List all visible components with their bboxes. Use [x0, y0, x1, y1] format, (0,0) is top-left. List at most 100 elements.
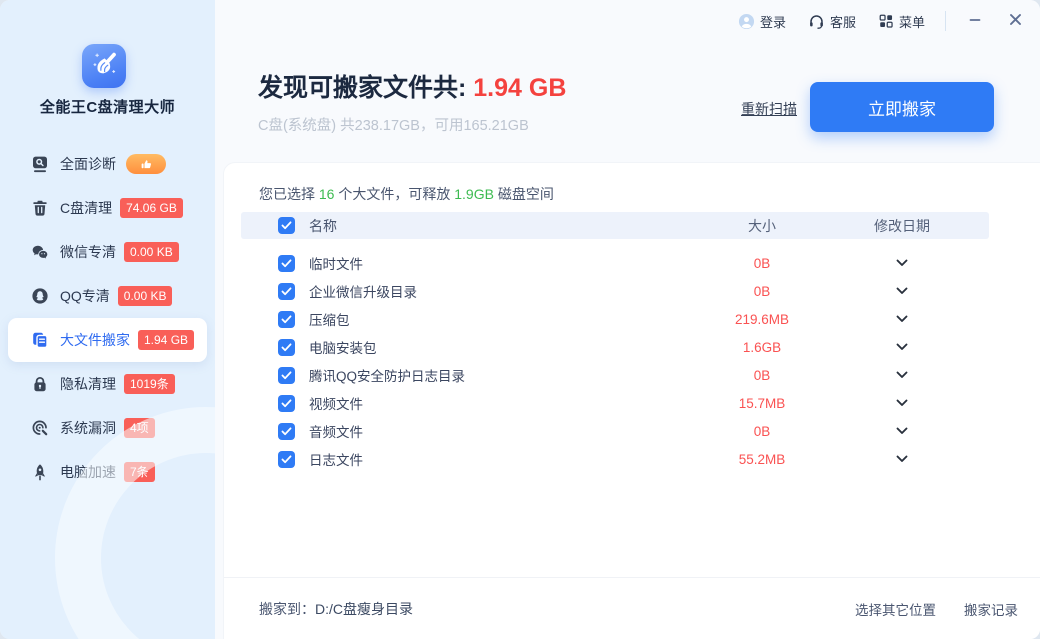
lock-icon — [30, 375, 49, 394]
table-row[interactable]: 企业微信升级目录 0B — [241, 277, 989, 305]
checkmark-icon — [281, 455, 292, 464]
row-date — [827, 423, 977, 439]
chevron-down-icon[interactable] — [892, 423, 912, 439]
row-checkbox[interactable] — [278, 367, 295, 384]
sidebar-item-wechat-clean[interactable]: 微信专清 0.00 KB — [8, 230, 207, 274]
scan-icon — [30, 155, 49, 174]
row-checkbox[interactable] — [278, 311, 295, 328]
table-row[interactable]: 视频文件 15.7MB — [241, 389, 989, 417]
sidebar-item-label: C盘清理 — [60, 198, 112, 218]
sidebar-menu: 全面诊断 C盘清理 74.06 GB 微信专清 0.00 KB — [0, 142, 215, 494]
row-checkbox[interactable] — [278, 423, 295, 440]
row-date — [827, 283, 977, 299]
table-row[interactable]: 临时文件 0B — [241, 249, 989, 277]
row-name: 电脑安装包 — [309, 337, 697, 357]
page-title: 发现可搬家文件共: 1.94 GB — [258, 68, 566, 104]
row-checkbox[interactable] — [278, 283, 295, 300]
row-name: 腾讯QQ安全防护日志目录 — [309, 365, 697, 385]
row-name: 压缩包 — [309, 309, 697, 329]
row-name: 音频文件 — [309, 421, 697, 441]
table-row[interactable]: 电脑安装包 1.6GB — [241, 333, 989, 361]
chevron-down-icon[interactable] — [892, 311, 912, 327]
chevron-down-icon[interactable] — [892, 451, 912, 467]
row-date — [827, 451, 977, 467]
row-size: 219.6MB — [697, 312, 827, 327]
row-name: 视频文件 — [309, 393, 697, 413]
chevron-down-icon[interactable] — [892, 255, 912, 271]
row-checkbox[interactable] — [278, 451, 295, 468]
grid-menu-icon — [878, 13, 894, 29]
support-button[interactable]: 客服 — [808, 12, 856, 31]
checkmark-icon — [281, 221, 292, 230]
row-checkbox[interactable] — [278, 395, 295, 412]
sidebar-item-label: 系统漏洞 — [60, 418, 116, 438]
topbar-divider — [945, 11, 946, 31]
sidebar-item-privacy-clean[interactable]: 隐私清理 1019条 — [8, 362, 207, 406]
column-header-name: 名称 — [309, 216, 697, 236]
table-row[interactable]: 压缩包 219.6MB — [241, 305, 989, 333]
sidebar-item-badge: 0.00 KB — [118, 286, 173, 306]
table-row[interactable]: 音频文件 0B — [241, 417, 989, 445]
row-date — [827, 255, 977, 271]
page-title-value: 1.94 GB — [473, 74, 566, 102]
footer-actions: 选择其它位置 搬家记录 — [855, 599, 1018, 619]
main-panel: 登录 客服 菜单 发现可搬家文件共: 1.94 GB C盘(系统盘) 共238.… — [215, 0, 1040, 639]
row-date — [827, 367, 977, 383]
checkmark-icon — [281, 343, 292, 352]
table-row[interactable]: 日志文件 55.2MB — [241, 445, 989, 473]
select-all-checkbox[interactable] — [278, 217, 295, 234]
rescan-link[interactable]: 重新扫描 — [741, 99, 797, 119]
table-header: 名称 大小 修改日期 — [241, 212, 989, 239]
sidebar-item-diagnosis[interactable]: 全面诊断 — [8, 142, 207, 186]
move-history-link[interactable]: 搬家记录 — [964, 599, 1018, 619]
row-size: 15.7MB — [697, 396, 827, 411]
chevron-down-icon[interactable] — [892, 339, 912, 355]
sidebar-item-big-file-move[interactable]: 大文件搬家 1.94 GB — [8, 318, 207, 362]
vulnerability-icon — [30, 419, 49, 438]
sidebar-item-label: 电脑加速 — [60, 462, 116, 482]
row-date — [827, 339, 977, 355]
sidebar-item-qq-clean[interactable]: QQ专清 0.00 KB — [8, 274, 207, 318]
chevron-down-icon[interactable] — [892, 283, 912, 299]
row-size: 1.6GB — [697, 340, 827, 355]
row-name: 临时文件 — [309, 253, 697, 273]
selection-text: 您已选择 — [259, 186, 319, 202]
row-checkbox[interactable] — [278, 255, 295, 272]
login-button[interactable]: 登录 — [738, 12, 786, 31]
row-date — [827, 311, 977, 327]
row-size: 55.2MB — [697, 452, 827, 467]
file-table-body: 临时文件 0B 企业微信升级目录 0B 压缩包 219.6MB — [241, 249, 989, 473]
app-window: 全能王C盘清理大师 全面诊断 C盘清理 74.06 GB — [0, 0, 1040, 639]
checkmark-icon — [281, 371, 292, 380]
sidebar-item-badge: 1.94 GB — [138, 330, 194, 350]
sidebar-item-cdrive-clean[interactable]: C盘清理 74.06 GB — [8, 186, 207, 230]
support-label: 客服 — [830, 12, 856, 31]
row-size: 0B — [697, 284, 827, 299]
close-button[interactable] — [1004, 12, 1026, 30]
chevron-down-icon[interactable] — [892, 395, 912, 411]
sidebar-item-badge: 4项 — [124, 418, 155, 438]
checkmark-icon — [281, 315, 292, 324]
close-icon — [1008, 12, 1023, 27]
chevron-down-icon[interactable] — [892, 367, 912, 383]
sidebar-item-system-vulnerability[interactable]: 系统漏洞 4项 — [8, 406, 207, 450]
table-row[interactable]: 腾讯QQ安全防护日志目录 0B — [241, 361, 989, 389]
menu-button[interactable]: 菜单 — [878, 12, 925, 31]
checkmark-icon — [281, 399, 292, 408]
sidebar: 全能王C盘清理大师 全面诊断 C盘清理 74.06 GB — [0, 0, 215, 639]
sidebar-item-label: 大文件搬家 — [60, 330, 130, 350]
column-header-size: 大小 — [697, 216, 827, 236]
selection-summary: 您已选择 16 个大文件，可释放 1.9GB 磁盘空间 — [259, 184, 554, 204]
minimize-button[interactable] — [964, 13, 986, 30]
login-label: 登录 — [760, 12, 786, 31]
move-now-button[interactable]: 立即搬家 — [810, 82, 994, 132]
broom-icon — [89, 49, 119, 84]
sidebar-item-label: 隐私清理 — [60, 374, 116, 394]
choose-other-location-link[interactable]: 选择其它位置 — [855, 599, 936, 619]
row-checkbox[interactable] — [278, 339, 295, 356]
destination-path: D:/C盘瘦身目录 — [315, 599, 413, 619]
footer-bar: 搬家到： D:/C盘瘦身目录 选择其它位置 搬家记录 — [224, 577, 1040, 639]
destination-label: 搬家到： — [259, 599, 315, 619]
sidebar-item-pc-speedup[interactable]: 电脑加速 7条 — [8, 450, 207, 494]
selection-count: 16 — [319, 186, 335, 202]
